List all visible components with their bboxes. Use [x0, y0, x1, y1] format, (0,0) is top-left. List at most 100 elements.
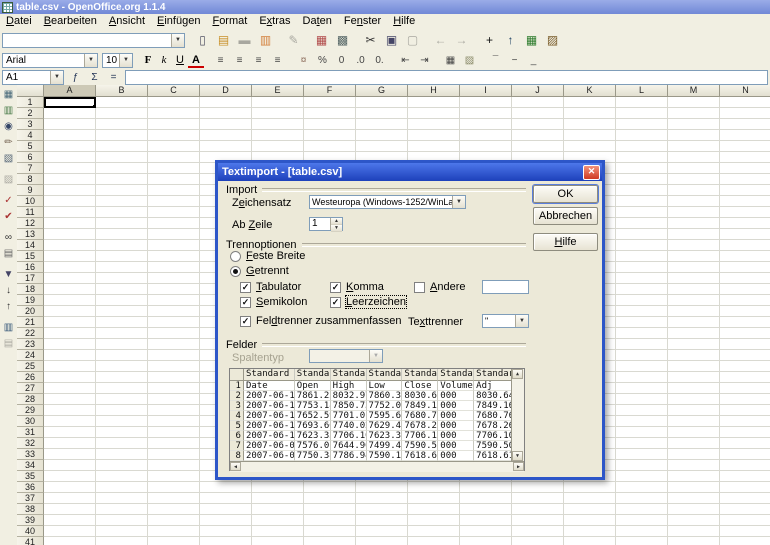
cell-L39[interactable] [616, 515, 668, 526]
cell-M18[interactable] [668, 284, 720, 295]
cell-G2[interactable] [356, 108, 408, 119]
menu-hilfe[interactable]: Hilfe [387, 15, 421, 27]
cell-M10[interactable] [668, 196, 720, 207]
cell-A35[interactable] [44, 471, 96, 482]
sort-ascending-icon[interactable]: ↓ [0, 282, 17, 298]
preview-vertical-scrollbar[interactable]: ▲ ▼ [511, 369, 524, 461]
cell-N7[interactable] [720, 163, 770, 174]
scroll-left-icon[interactable]: ◀ [230, 462, 241, 471]
navigator-icon[interactable]: + [479, 30, 500, 50]
row-header-31[interactable]: 31 [17, 427, 44, 438]
cell-B36[interactable] [96, 482, 148, 493]
row-header-37[interactable]: 37 [17, 493, 44, 504]
spin-up-icon[interactable]: ▲ [331, 218, 342, 225]
font-size-combo[interactable]: 10 ▼ [102, 53, 133, 68]
cell-N34[interactable] [720, 460, 770, 471]
cell-B13[interactable] [96, 229, 148, 240]
cell-L1[interactable] [616, 97, 668, 108]
cell-B12[interactable] [96, 218, 148, 229]
copy-icon[interactable]: ▣ [381, 30, 402, 50]
find-replace-icon[interactable]: ∞ [0, 229, 17, 245]
delete-decimal-icon[interactable]: 0. [370, 52, 389, 69]
cell-N25[interactable] [720, 361, 770, 372]
row-header-5[interactable]: 5 [17, 141, 44, 152]
cell-H1[interactable] [408, 97, 460, 108]
cell-C16[interactable] [148, 262, 200, 273]
cell-M37[interactable] [668, 493, 720, 504]
cell-B41[interactable] [96, 537, 148, 545]
menu-extras[interactable]: Extras [253, 15, 296, 27]
cell-C26[interactable] [148, 372, 200, 383]
add-decimal-icon[interactable]: .0 [351, 52, 370, 69]
cell-N1[interactable] [720, 97, 770, 108]
tab-checkbox[interactable]: Tabulator [240, 281, 301, 293]
preview-column-type-2[interactable]: Standard [295, 369, 331, 381]
gallery-icon[interactable]: ▦ [521, 30, 542, 50]
cell-F1[interactable] [304, 97, 356, 108]
cell-C29[interactable] [148, 405, 200, 416]
cell-K37[interactable] [564, 493, 616, 504]
cell-M23[interactable] [668, 339, 720, 350]
row-header-22[interactable]: 22 [17, 328, 44, 339]
cell-M33[interactable] [668, 449, 720, 460]
chevron-down-icon[interactable]: ▼ [119, 54, 132, 67]
cell-C23[interactable] [148, 339, 200, 350]
cell-C28[interactable] [148, 394, 200, 405]
cell-J37[interactable] [512, 493, 564, 504]
menu-datei[interactable]: Datei [0, 15, 38, 27]
cell-C40[interactable] [148, 526, 200, 537]
cell-I39[interactable] [460, 515, 512, 526]
cell-N24[interactable] [720, 350, 770, 361]
row-header-17[interactable]: 17 [17, 273, 44, 284]
cell-B15[interactable] [96, 251, 148, 262]
cell-L36[interactable] [616, 482, 668, 493]
cell-B11[interactable] [96, 207, 148, 218]
cell-J41[interactable] [512, 537, 564, 545]
cell-L27[interactable] [616, 383, 668, 394]
cell-N32[interactable] [720, 438, 770, 449]
cell-F37[interactable] [304, 493, 356, 504]
cut-icon[interactable]: ✂ [360, 30, 381, 50]
row-header-8[interactable]: 8 [17, 174, 44, 185]
ok-button[interactable]: OK [533, 185, 598, 203]
chevron-down-icon[interactable]: ▼ [171, 34, 184, 47]
column-header-g[interactable]: G [356, 85, 408, 97]
row-header-15[interactable]: 15 [17, 251, 44, 262]
cell-N12[interactable] [720, 218, 770, 229]
cell-J4[interactable] [512, 130, 564, 141]
cell-F36[interactable] [304, 482, 356, 493]
cell-L9[interactable] [616, 185, 668, 196]
row-header-11[interactable]: 11 [17, 207, 44, 218]
cell-N28[interactable] [720, 394, 770, 405]
cell-I1[interactable] [460, 97, 512, 108]
cell-M39[interactable] [668, 515, 720, 526]
chevron-down-icon[interactable]: ▼ [515, 315, 528, 327]
column-header-a[interactable]: A [44, 85, 96, 97]
cell-N30[interactable] [720, 416, 770, 427]
cell-A16[interactable] [44, 262, 96, 273]
cell-H2[interactable] [408, 108, 460, 119]
cell-A27[interactable] [44, 383, 96, 394]
cell-L24[interactable] [616, 350, 668, 361]
row-header-32[interactable]: 32 [17, 438, 44, 449]
cell-A9[interactable] [44, 185, 96, 196]
cell-M21[interactable] [668, 317, 720, 328]
cell-A15[interactable] [44, 251, 96, 262]
row-header-1[interactable]: 1 [17, 97, 44, 108]
cell-N2[interactable] [720, 108, 770, 119]
cell-N4[interactable] [720, 130, 770, 141]
cell-K5[interactable] [564, 141, 616, 152]
align-justify-icon[interactable]: ≡ [268, 52, 287, 69]
row-header-33[interactable]: 33 [17, 449, 44, 460]
preview-horizontal-scrollbar[interactable]: ◀ ▶ [230, 461, 524, 472]
column-header-l[interactable]: L [616, 85, 668, 97]
cell-N5[interactable] [720, 141, 770, 152]
cell-M14[interactable] [668, 240, 720, 251]
cell-A39[interactable] [44, 515, 96, 526]
cell-N27[interactable] [720, 383, 770, 394]
new-document-icon[interactable]: ▯ [192, 30, 213, 50]
cell-L20[interactable] [616, 306, 668, 317]
cell-I38[interactable] [460, 504, 512, 515]
cell-N19[interactable] [720, 295, 770, 306]
cell-M34[interactable] [668, 460, 720, 471]
